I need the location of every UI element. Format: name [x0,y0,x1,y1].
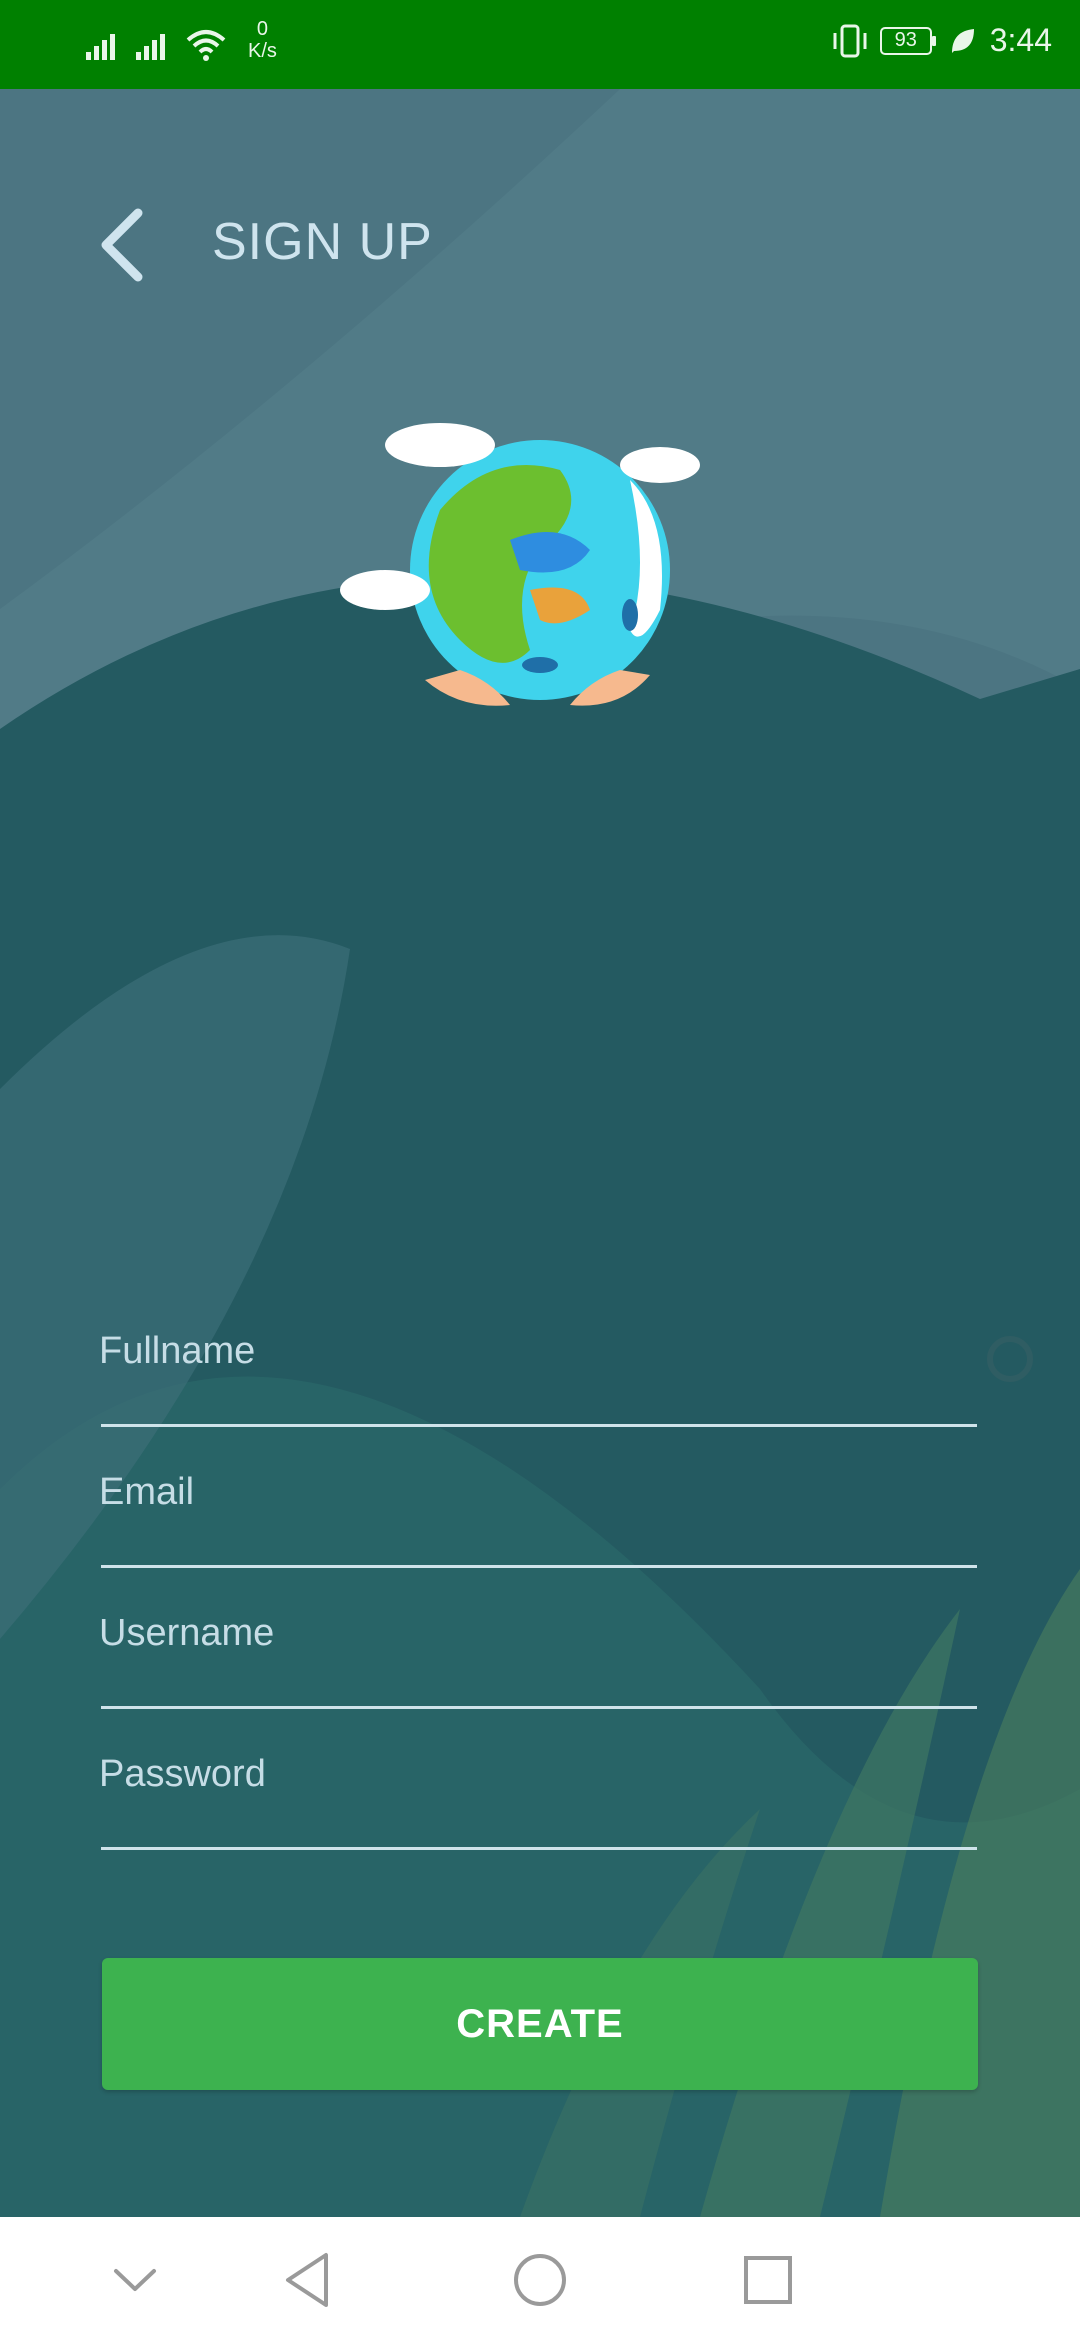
fullname-input[interactable] [97,1300,981,1402]
username-underline [101,1706,977,1709]
home-circle-icon[interactable] [505,2245,575,2315]
network-speed: 0 K/s [248,18,277,62]
email-underline [101,1565,977,1568]
vibrate-icon [833,24,867,57]
password-field[interactable] [97,1723,981,1863]
chevron-left-icon [101,208,143,282]
password-input[interactable] [97,1723,981,1825]
back-triangle-icon[interactable] [274,2245,344,2315]
fullname-underline [101,1424,977,1427]
username-field[interactable] [97,1582,981,1722]
network-speed-value: 0 [256,18,269,40]
status-bar: 0 K/s 93 3:44 [0,0,1080,89]
email-field[interactable] [97,1441,981,1581]
password-underline [101,1847,977,1850]
wifi-icon [186,30,226,61]
leaf-icon [951,28,974,53]
signal-icon [136,34,165,60]
create-button[interactable]: CREATE [102,1958,978,2090]
page-title: SIGN UP [212,213,433,271]
earth-illustration [340,423,700,706]
battery-icon: 93 [879,26,936,55]
chevron-down-icon[interactable] [100,2245,170,2315]
username-input[interactable] [97,1582,981,1684]
email-input[interactable] [97,1441,981,1543]
network-speed-unit: K/s [248,40,277,62]
battery-level: 93 [894,29,917,51]
fullname-field[interactable] [97,1300,981,1440]
clock: 3:44 [989,22,1052,58]
navigation-bar [0,2217,1080,2340]
recents-square-icon[interactable] [733,2245,803,2315]
signal-icon [86,34,115,60]
back-button[interactable] [92,205,162,285]
